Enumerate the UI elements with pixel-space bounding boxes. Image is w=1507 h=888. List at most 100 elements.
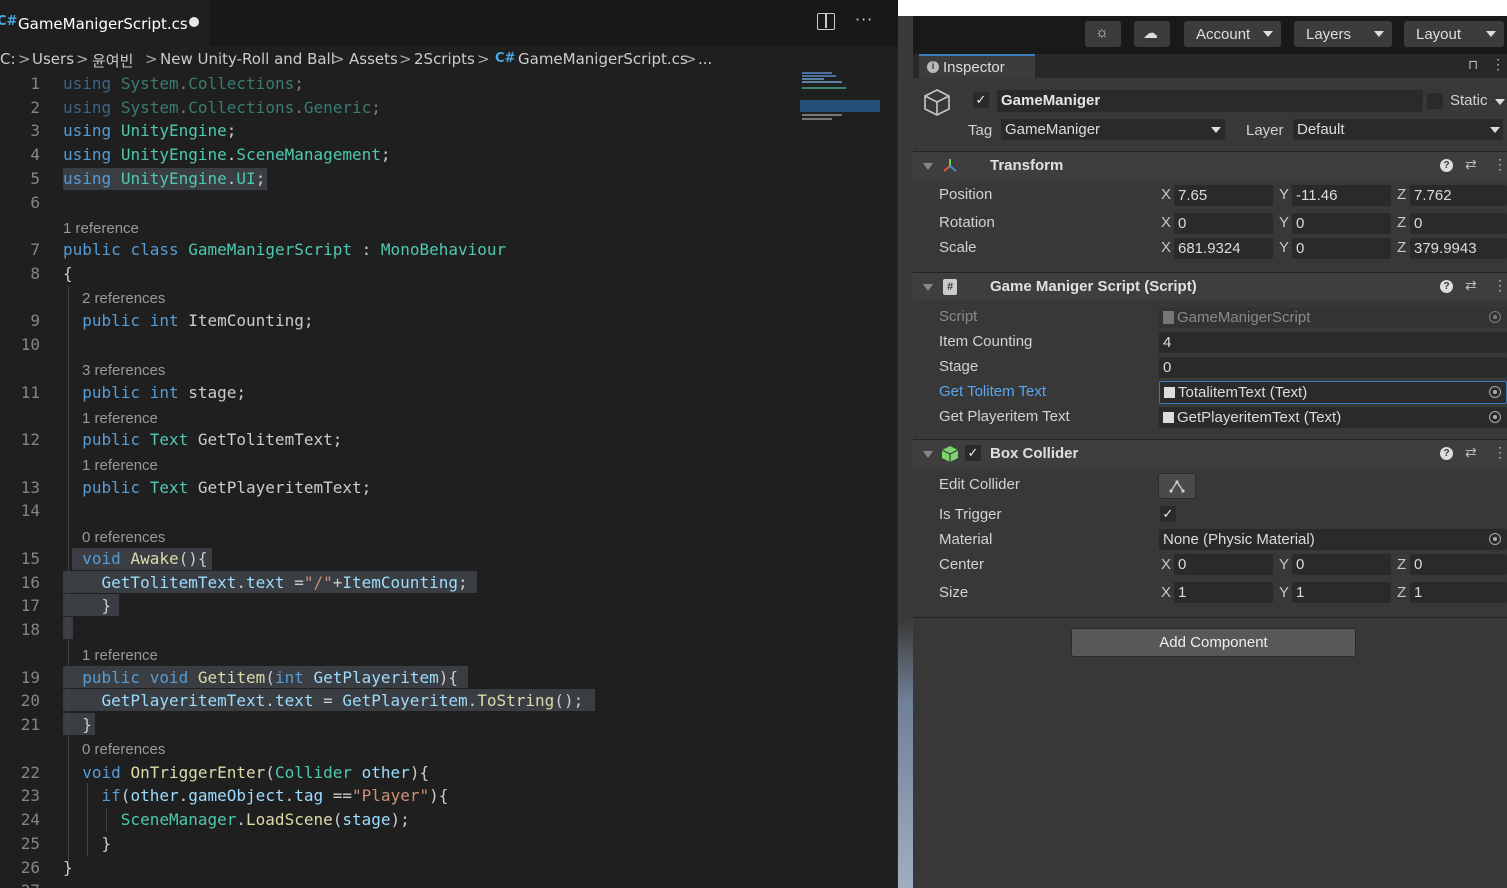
help-icon[interactable]: ? xyxy=(1440,159,1453,172)
edit-collider-button[interactable] xyxy=(1158,473,1196,499)
code-area[interactable]: 1 2 3 4 5 6 7 8 9 10 11 12 13 14 15 16 1… xyxy=(0,0,898,888)
chevron-down-icon xyxy=(1486,31,1496,37)
center-y-field[interactable]: 0 xyxy=(1292,554,1391,575)
code-lens-references[interactable]: 1 reference xyxy=(82,410,158,427)
kebab-menu-icon[interactable]: ⋮ xyxy=(1491,56,1505,73)
kebab-menu-icon[interactable]: ⋮ xyxy=(1493,156,1507,173)
code-lens-references[interactable]: 2 references xyxy=(82,290,165,307)
axis-x-label[interactable]: X xyxy=(1161,556,1171,573)
line-number: 3 xyxy=(30,121,40,140)
scale-y-field[interactable]: 0 xyxy=(1292,238,1391,259)
object-picker-icon[interactable] xyxy=(1489,386,1501,398)
script-component-title: Game Maniger Script (Script) xyxy=(990,278,1197,295)
cloud-icon: ☁ xyxy=(1143,25,1158,42)
rotation-x-field[interactable]: 0 xyxy=(1174,213,1273,234)
size-y-field[interactable]: 1 xyxy=(1292,582,1391,603)
object-picker-icon[interactable] xyxy=(1489,411,1501,423)
code-line: void Awake(){ xyxy=(82,549,208,568)
minimap[interactable] xyxy=(800,70,882,130)
item-counting-field[interactable]: 4 xyxy=(1159,332,1507,353)
scale-x-field[interactable]: 681.9324 xyxy=(1174,238,1273,259)
size-z-field[interactable]: 1 xyxy=(1410,582,1507,603)
axis-y-label[interactable]: Y xyxy=(1279,186,1289,203)
code-lens-references[interactable]: 1 reference xyxy=(63,220,139,237)
axis-z-label[interactable]: Z xyxy=(1397,556,1406,573)
active-checkbox[interactable]: ✓ xyxy=(973,92,989,108)
material-field[interactable]: None (Physic Material) xyxy=(1159,529,1507,550)
cloud-button[interactable]: ☁ xyxy=(1134,21,1170,47)
item-counting-label: Item Counting xyxy=(939,333,1033,350)
position-x-field[interactable]: 7.65 xyxy=(1174,185,1273,206)
code-lens-references[interactable]: 3 references xyxy=(82,362,165,379)
scale-z-field[interactable]: 379.9943 xyxy=(1410,238,1507,259)
rotation-z-field[interactable]: 0 xyxy=(1410,213,1507,234)
axis-x-label[interactable]: X xyxy=(1161,584,1171,601)
code-line: void OnTriggerEnter(Collider other){ xyxy=(82,763,430,782)
code-line: public int ItemCounting; xyxy=(82,311,314,330)
axis-y-label[interactable]: Y xyxy=(1279,584,1289,601)
kebab-menu-icon[interactable]: ⋮ xyxy=(1493,444,1507,461)
layout-dropdown[interactable]: Layout xyxy=(1404,21,1504,47)
info-icon: i xyxy=(927,61,939,73)
static-checkbox[interactable] xyxy=(1427,93,1443,109)
material-label: Material xyxy=(939,531,993,548)
preset-icon[interactable]: ⇄ xyxy=(1465,277,1477,294)
collapse-arrow-icon[interactable] xyxy=(923,284,933,291)
preset-icon[interactable]: ⇄ xyxy=(1465,444,1477,461)
kebab-menu-icon[interactable]: ⋮ xyxy=(1493,277,1507,294)
collapse-arrow-icon[interactable] xyxy=(923,451,933,458)
line-number: 25 xyxy=(20,834,40,853)
get-playeritem-text-field[interactable]: GetPlayeritemText (Text) xyxy=(1159,407,1507,428)
line-number: 16 xyxy=(20,573,40,592)
object-picker-icon[interactable] xyxy=(1489,533,1501,545)
collapse-arrow-icon[interactable] xyxy=(923,163,933,170)
center-z-field[interactable]: 0 xyxy=(1410,554,1507,575)
axis-x-label[interactable]: X xyxy=(1161,214,1171,231)
object-name-input[interactable]: GameManiger xyxy=(997,90,1423,112)
axis-z-label[interactable]: Z xyxy=(1397,239,1406,256)
code-lens-references[interactable]: 0 references xyxy=(82,741,165,758)
axis-z-label[interactable]: Z xyxy=(1397,584,1406,601)
axis-y-label[interactable]: Y xyxy=(1279,239,1289,256)
line-number: 19 xyxy=(20,668,40,687)
lock-icon[interactable]: ⊓ xyxy=(1468,57,1478,73)
axis-x-label[interactable]: X xyxy=(1161,186,1171,203)
axis-z-label[interactable]: Z xyxy=(1397,214,1406,231)
code-lens-references[interactable]: 1 reference xyxy=(82,647,158,664)
is-trigger-checkbox[interactable]: ✓ xyxy=(1160,506,1176,522)
help-icon[interactable]: ? xyxy=(1440,447,1453,460)
edit-collider-label: Edit Collider xyxy=(939,476,1020,493)
transform-header[interactable]: Transform ? ⇄ ⋮ xyxy=(913,151,1507,179)
axis-x-label[interactable]: X xyxy=(1161,239,1171,256)
position-z-field[interactable]: 7.762 xyxy=(1410,185,1507,206)
stage-field[interactable]: 0 xyxy=(1159,357,1507,378)
help-icon[interactable]: ? xyxy=(1440,280,1453,293)
axis-y-label[interactable]: Y xyxy=(1279,214,1289,231)
get-tolitem-text-value: TotalitemText (Text) xyxy=(1178,384,1308,401)
get-tolitem-text-field[interactable]: TotalitemText (Text) xyxy=(1159,381,1507,404)
tab-inspector[interactable]: i Inspector xyxy=(919,54,1035,78)
lighting-button[interactable]: ☼ xyxy=(1085,21,1121,47)
rotation-y-field[interactable]: 0 xyxy=(1292,213,1391,234)
account-dropdown[interactable]: Account xyxy=(1184,21,1281,47)
line-number: 10 xyxy=(20,335,40,354)
center-x-field[interactable]: 0 xyxy=(1174,554,1273,575)
size-x-field[interactable]: 1 xyxy=(1174,582,1273,603)
axis-z-label[interactable]: Z xyxy=(1397,186,1406,203)
layers-dropdown[interactable]: Layers xyxy=(1294,21,1392,47)
code-lens-references[interactable]: 1 reference xyxy=(82,457,158,474)
code-lens-references[interactable]: 0 references xyxy=(82,529,165,546)
code-line: } xyxy=(63,858,73,877)
chevron-down-icon[interactable] xyxy=(1495,99,1505,105)
preset-icon[interactable]: ⇄ xyxy=(1465,156,1477,173)
layer-dropdown[interactable]: Default xyxy=(1293,119,1503,140)
position-label: Position xyxy=(939,186,993,203)
script-component-header[interactable]: # Game Maniger Script (Script) ? ⇄ ⋮ xyxy=(913,272,1507,300)
axis-y-label[interactable]: Y xyxy=(1279,556,1289,573)
add-component-button[interactable]: Add Component xyxy=(1071,628,1356,657)
box-collider-enabled-checkbox[interactable]: ✓ xyxy=(965,445,981,461)
line-number: 4 xyxy=(30,145,40,164)
box-collider-header[interactable]: ✓ Box Collider ? ⇄ ⋮ xyxy=(913,439,1507,467)
position-y-field[interactable]: -11.46 xyxy=(1292,185,1391,206)
tag-dropdown[interactable]: GameManiger xyxy=(1001,119,1225,140)
